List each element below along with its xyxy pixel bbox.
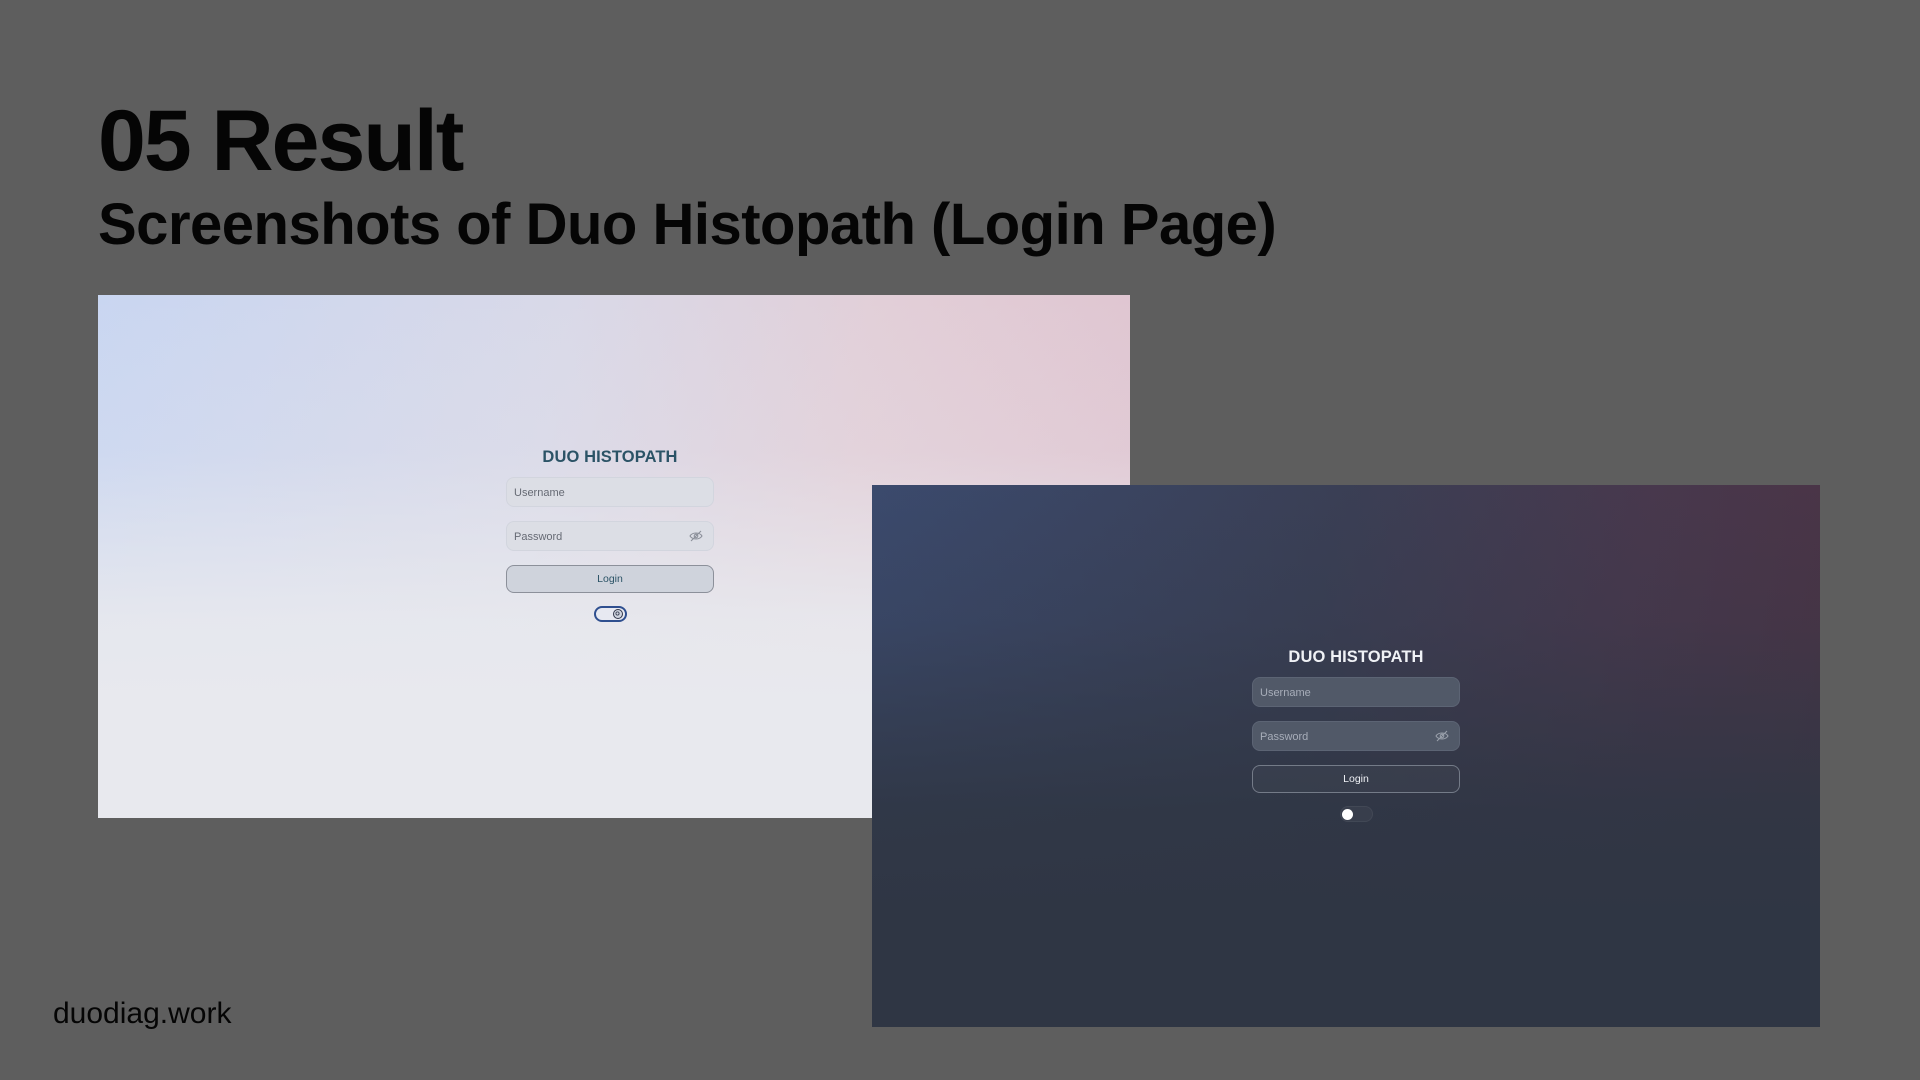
username-placeholder: Username <box>1260 687 1311 699</box>
slide-subtitle: Screenshots of Duo Histopath (Login Page… <box>98 192 1277 257</box>
theme-toggle[interactable] <box>1339 806 1373 822</box>
theme-toggle[interactable] <box>593 606 627 622</box>
password-placeholder: Password <box>514 531 563 543</box>
footer-url: duodiag.work <box>53 997 232 1030</box>
sun-icon <box>612 609 623 619</box>
password-input[interactable]: Password <box>506 521 714 551</box>
login-button[interactable]: Login <box>506 565 714 593</box>
login-form: DUO HISTOPATH Username Password Login <box>506 447 714 622</box>
password-placeholder: Password <box>1260 731 1309 743</box>
app-brand-title: DUO HISTOPATH <box>542 448 678 466</box>
dark-mode-screenshot: DUO HISTOPATH Username Password Login <box>872 485 1820 1027</box>
username-input[interactable]: Username <box>506 477 714 507</box>
login-button[interactable]: Login <box>1252 765 1460 793</box>
username-input[interactable]: Username <box>1252 677 1460 707</box>
slide-title: 05 Result <box>98 93 464 189</box>
app-brand-title: DUO HISTOPATH <box>1288 648 1424 666</box>
eye-slash-icon[interactable] <box>1435 730 1449 742</box>
moon-icon <box>1341 809 1353 820</box>
eye-slash-icon[interactable] <box>689 530 703 542</box>
username-placeholder: Username <box>514 487 565 499</box>
password-input[interactable]: Password <box>1252 721 1460 751</box>
login-form: DUO HISTOPATH Username Password Login <box>1252 647 1460 822</box>
